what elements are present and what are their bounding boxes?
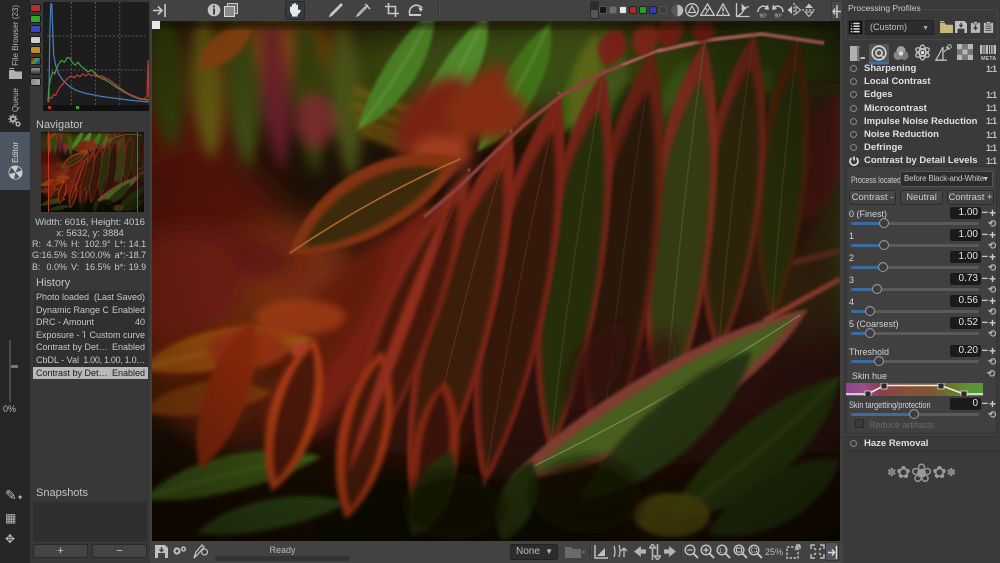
svg-text:META: META — [981, 56, 996, 61]
svg-text:90°: 90° — [775, 14, 783, 19]
svg-text:1:1: 1:1 — [719, 548, 728, 555]
svg-text:90°: 90° — [760, 14, 768, 19]
